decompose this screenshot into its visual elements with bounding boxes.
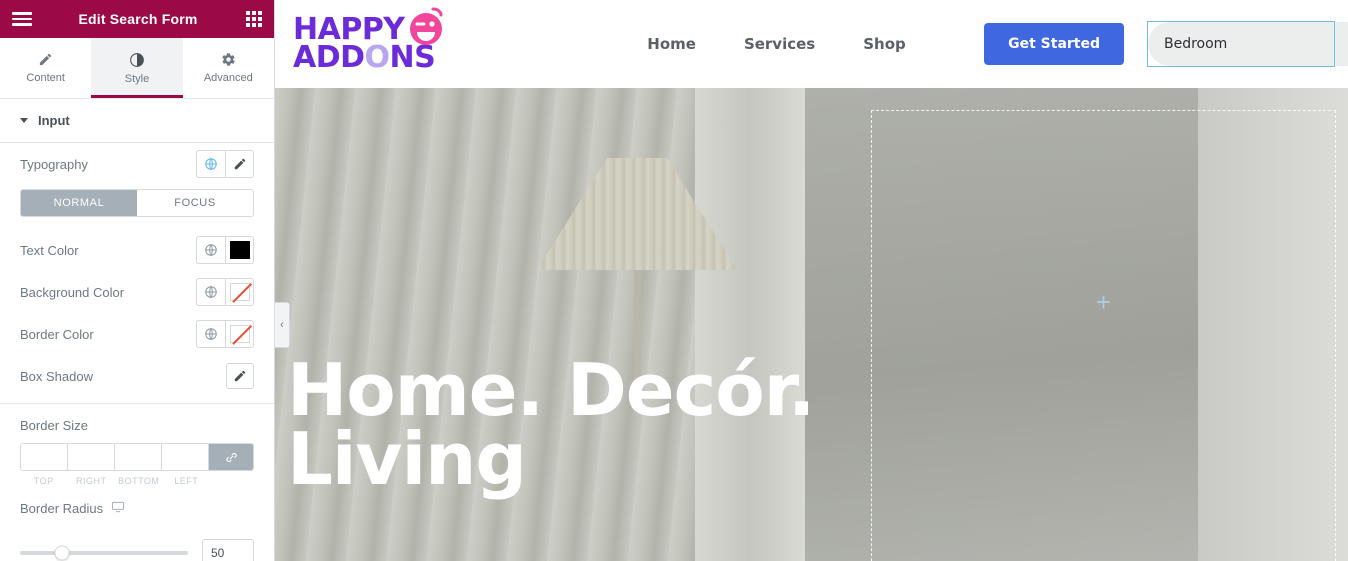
pencil-icon[interactable] [225, 151, 253, 177]
get-started-button[interactable]: Get Started [984, 23, 1124, 65]
pencil-icon[interactable] [226, 363, 254, 389]
control-typography: Typography [0, 143, 274, 185]
box-shadow-label: Box Shadow [20, 368, 93, 384]
hero-section: Home. Decór. Living + [275, 88, 1348, 561]
border-color-label: Border Color [20, 326, 94, 342]
tab-style[interactable]: Style [91, 38, 183, 98]
plus-icon[interactable]: + [1096, 289, 1111, 315]
color-swatch[interactable] [225, 237, 253, 263]
happy-face-icon [403, 4, 449, 54]
border-radius-value[interactable]: 50 [202, 539, 254, 561]
border-size-label: Border Size [20, 418, 88, 433]
hero-heading: Home. Decór. Living [287, 348, 815, 502]
control-border-color: Border Color [0, 313, 274, 355]
desktop-icon[interactable] [111, 500, 125, 517]
globe-icon[interactable] [197, 321, 225, 347]
control-text-color: Text Color [0, 229, 274, 271]
border-radius-slider-row: 50 [0, 527, 274, 561]
border-radius-label: Border Radius [20, 501, 104, 516]
elementor-editor: Edit Search Form Content Style Advanced … [0, 0, 1348, 561]
state-toggle: NORMAL FOCUS [20, 189, 254, 217]
border-size-top[interactable] [21, 444, 68, 470]
toggle-focus[interactable]: FOCUS [137, 190, 253, 216]
contrast-icon [129, 52, 145, 68]
tab-advanced-label: Advanced [203, 72, 253, 84]
nav-item-home[interactable]: Home [647, 35, 696, 53]
link-icon[interactable] [209, 444, 253, 470]
empty-column-placeholder[interactable]: + [871, 110, 1336, 561]
gear-icon [221, 52, 236, 67]
pencil-icon [38, 52, 53, 67]
slider-handle[interactable] [54, 545, 70, 561]
section-input[interactable]: Input [0, 99, 274, 143]
hamburger-icon[interactable] [12, 12, 32, 26]
state-toggle-row: NORMAL FOCUS [0, 185, 274, 229]
border-radius-label-row: Border Radius [20, 500, 254, 517]
border-size-dimension-labels: TOP RIGHT BOTTOM LEFT [20, 476, 254, 486]
hero-heading-line-2: Living [287, 417, 527, 502]
tab-content-label: Content [26, 72, 65, 84]
dim-label-spacer [210, 476, 254, 486]
background-color-label: Background Color [20, 284, 125, 300]
toggle-normal[interactable]: NORMAL [21, 190, 137, 216]
section-title: Input [38, 113, 70, 128]
grid-icon[interactable] [244, 11, 262, 27]
globe-icon[interactable] [197, 279, 225, 305]
site-nav: Home Services Shop [647, 35, 906, 53]
border-size-right[interactable] [68, 444, 115, 470]
dim-label-top: TOP [33, 476, 54, 486]
globe-icon[interactable] [197, 151, 225, 177]
panel-title: Edit Search Form [78, 11, 198, 27]
site-preview: HAPPY ADDONS Home Services Shop Get Star… [275, 0, 1348, 561]
border-size-inputs [20, 443, 254, 471]
dim-label-right: RIGHT [76, 476, 107, 486]
text-color-label: Text Color [20, 242, 79, 258]
color-swatch[interactable] [225, 321, 253, 347]
typography-label: Typography [20, 156, 88, 172]
nav-item-shop[interactable]: Shop [863, 35, 906, 53]
panel-tabs: Content Style Advanced [0, 38, 274, 99]
search-form-widget[interactable] [1147, 21, 1348, 67]
panel-header: Edit Search Form [0, 0, 274, 38]
site-header: HAPPY ADDONS Home Services Shop Get Star… [275, 0, 1348, 88]
nav-item-services[interactable]: Services [744, 35, 815, 53]
panel-collapse-handle[interactable]: ‹ [275, 302, 290, 348]
globe-icon[interactable] [197, 237, 225, 263]
chevron-down-icon [20, 118, 28, 123]
tab-style-label: Style [124, 72, 150, 85]
tab-content[interactable]: Content [0, 38, 92, 98]
tab-advanced[interactable]: Advanced [182, 38, 274, 98]
border-radius-slider[interactable] [20, 545, 188, 561]
control-box-shadow: Box Shadow [0, 355, 274, 397]
search-form [1148, 22, 1348, 66]
border-size-bottom[interactable] [115, 444, 162, 470]
editor-panel: Edit Search Form Content Style Advanced … [0, 0, 275, 561]
dim-label-left: LEFT [174, 476, 199, 486]
site-logo[interactable]: HAPPY ADDONS [293, 7, 443, 73]
search-input[interactable] [1148, 22, 1348, 66]
control-border-radius: Border Radius [0, 486, 274, 517]
dim-label-bottom: BOTTOM [118, 476, 160, 486]
hero-heading-line-1: Home. Decór. [287, 348, 815, 432]
color-swatch[interactable] [225, 279, 253, 305]
control-background-color: Background Color [0, 271, 274, 313]
border-size-left[interactable] [162, 444, 209, 470]
control-border-size: Border Size TOP RIGHT BOTTOM LEFT [0, 404, 274, 486]
